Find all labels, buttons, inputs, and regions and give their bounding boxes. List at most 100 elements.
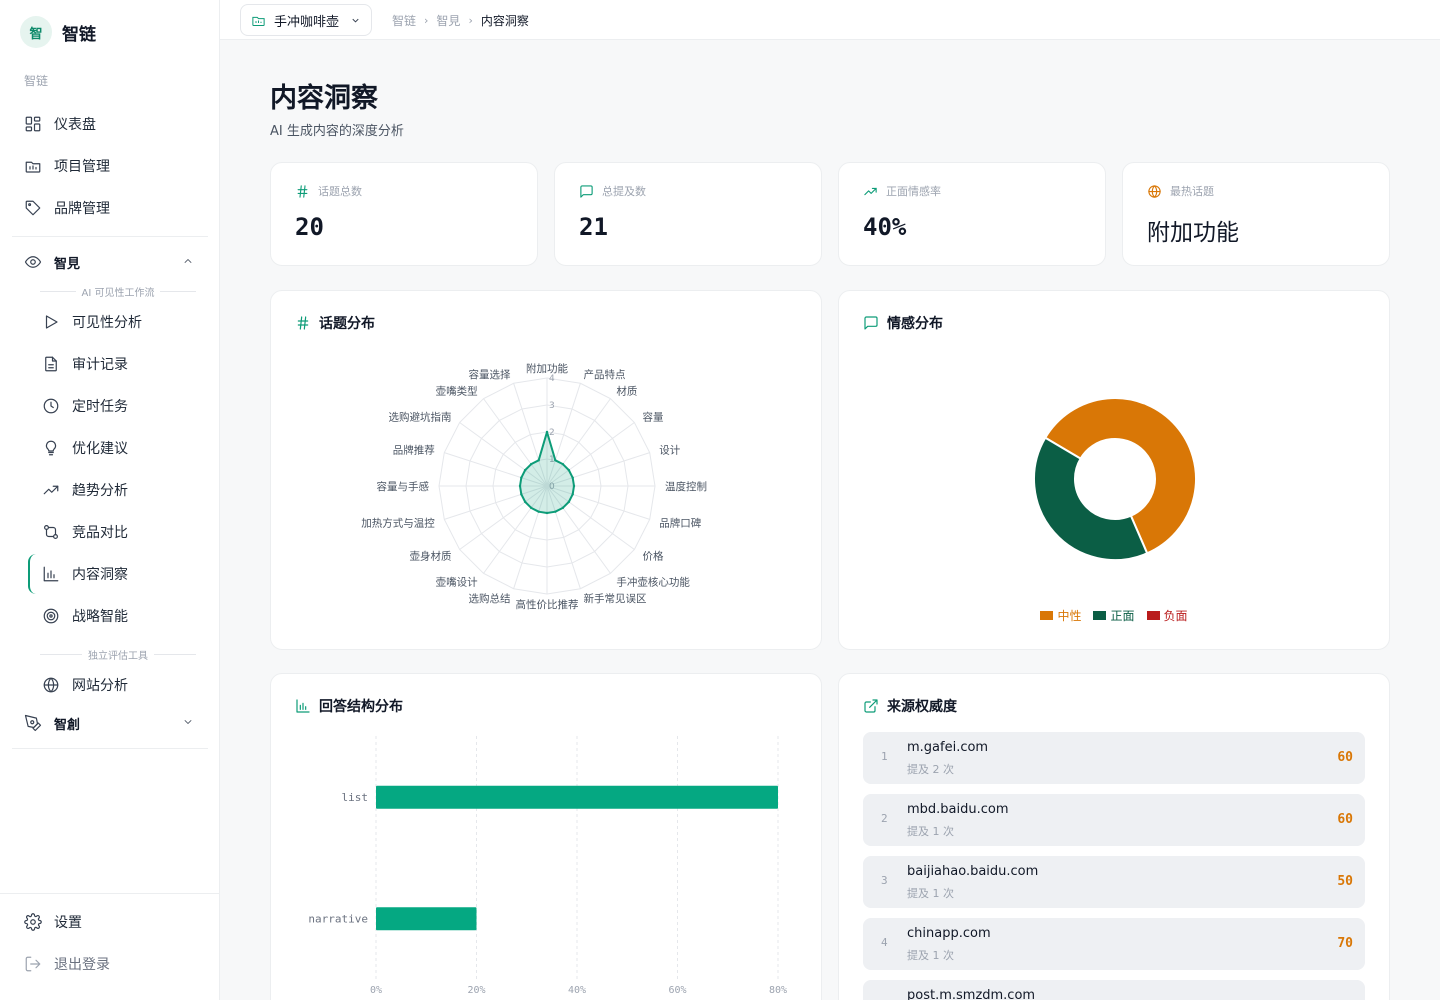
sidebar-item-suggestions[interactable]: 优化建议 xyxy=(42,434,128,462)
eye-icon xyxy=(24,256,42,268)
chevron-right-icon: › xyxy=(468,14,473,27)
legend-label: 中性 xyxy=(1057,609,1082,623)
source-mentions: 提及 2 次 xyxy=(907,763,954,776)
legend-swatch xyxy=(1040,611,1054,620)
bar-category-label: list xyxy=(342,791,369,804)
radar-point xyxy=(518,484,522,488)
source-rank: 1 xyxy=(881,750,888,763)
chevron-down-icon xyxy=(352,18,359,23)
project-selector[interactable]: 手冲咖啡壶 xyxy=(240,4,372,36)
logout-link[interactable]: 退出登录 xyxy=(24,950,110,978)
stat-card-positive-rate: 正面情感率 40% xyxy=(838,162,1106,266)
donut-slice-1 xyxy=(1033,436,1149,561)
source-item[interactable]: 4 chinapp.com 提及 1 次 70 xyxy=(863,918,1365,970)
legend-item[interactable]: 负面 xyxy=(1146,607,1188,624)
radar-tick-label: 4 xyxy=(549,374,555,384)
sidebar-group-label: 智創 xyxy=(54,717,81,733)
stat-value: 20 xyxy=(295,213,324,241)
sidebar-item-projects[interactable]: 项目管理 xyxy=(24,152,110,180)
legend-label: 正面 xyxy=(1110,609,1135,623)
radar-category-label: 价格 xyxy=(642,549,664,562)
radar-point xyxy=(567,468,571,472)
radar-category-label: 壶身材质 xyxy=(410,549,452,562)
radar-point xyxy=(545,511,549,515)
source-rank: 3 xyxy=(881,874,888,887)
source-mentions: 提及 1 次 xyxy=(907,949,954,962)
sidebar-section-label: 智链 xyxy=(24,74,49,88)
source-item[interactable]: 5post.m.smzdm.com xyxy=(863,980,1365,1000)
legend-swatch xyxy=(1093,611,1107,620)
sidebar-group-zhijian[interactable]: 智見 xyxy=(24,250,200,274)
source-authority-card: 来源权威度 1 m.gafei.com 提及 2 次 60 2 mbd.baidu.com… xyxy=(838,673,1390,1000)
project-selector-value: 手冲咖啡壶 xyxy=(274,14,340,30)
sidebar-group-zhichuang[interactable]: 智創 xyxy=(24,711,200,735)
radar-point xyxy=(561,462,565,466)
stat-label: 最热话题 xyxy=(1147,183,1214,199)
chevron-up-icon xyxy=(184,259,192,263)
source-item[interactable]: 1 m.gafei.com 提及 2 次 60 xyxy=(863,732,1365,784)
brand-logo[interactable]: 智 智链 xyxy=(20,16,96,48)
sidebar-item-audit[interactable]: 审计记录 xyxy=(42,350,128,378)
sidebar-item-label: 可见性分析 xyxy=(72,315,142,331)
card-title: 来源权威度 xyxy=(863,696,957,716)
bar-x-tick-label: 20% xyxy=(467,985,485,996)
sidebar-item-visibility[interactable]: 可见性分析 xyxy=(42,308,142,336)
bar-chart-icon xyxy=(43,566,59,582)
stat-label: 总提及数 xyxy=(579,183,646,199)
sentiment-distribution-card: 情感分布 中性 正面 负面 xyxy=(838,290,1390,650)
sidebar-item-schedule[interactable]: 定时任务 xyxy=(42,392,128,420)
breadcrumb-current: 内容洞察 xyxy=(480,14,529,28)
breadcrumb-item[interactable]: 智链 xyxy=(392,12,416,29)
radar-series-area xyxy=(519,431,575,514)
legend-item[interactable]: 正面 xyxy=(1093,607,1135,624)
source-score: 50 xyxy=(1337,874,1353,889)
trending-up-icon xyxy=(864,187,877,195)
settings-link[interactable]: 设置 xyxy=(24,908,82,936)
tools-subhead: 独立评估工具 xyxy=(40,647,196,662)
sidebar-item-label: 仪表盘 xyxy=(54,117,96,133)
radar-category-label: 产品特点 xyxy=(583,368,625,381)
sidebar-item-dashboard[interactable]: 仪表盘 xyxy=(24,110,96,138)
sidebar-item-brands[interactable]: 品牌管理 xyxy=(24,194,110,222)
sidebar-divider xyxy=(12,236,208,237)
bar-x-tick-label: 60% xyxy=(668,985,686,996)
pen-tool-icon xyxy=(24,714,42,732)
radar-point xyxy=(529,462,533,466)
topbar: 手冲咖啡壶 智链 › 智見 › 内容洞察 xyxy=(220,0,1440,40)
sidebar-item-content-insight[interactable]: 内容洞察 xyxy=(42,560,128,588)
radar-point xyxy=(520,493,523,496)
stat-card-topics: 话题总数 20 xyxy=(270,162,538,266)
globe-icon xyxy=(1148,184,1161,198)
source-rank: 2 xyxy=(881,812,888,825)
source-item[interactable]: 3 baijiahao.baidu.com 提及 1 次 50 xyxy=(863,856,1365,908)
sidebar-divider xyxy=(12,748,208,749)
radar-chart: 01234附加功能 产品特点材质容量设计温度控制品牌口碑价格手冲壶核心功能新手常见… xyxy=(361,362,707,611)
sidebar-item-trends[interactable]: 趋势分析 xyxy=(42,476,128,504)
source-mentions: 提及 1 次 xyxy=(907,825,954,838)
radar-point xyxy=(529,506,533,510)
radar-category-label: 选购总结 xyxy=(469,592,511,605)
radar-point xyxy=(572,484,576,488)
bar-narrative xyxy=(376,907,477,931)
sidebar-item-website-analysis[interactable]: 网站分析 xyxy=(42,671,128,699)
radar-category-label: 品牌推荐 xyxy=(393,444,435,457)
radar-point xyxy=(571,493,574,496)
gear-icon xyxy=(24,913,42,931)
bar-category-label: narrative xyxy=(308,912,368,925)
target-icon xyxy=(43,608,59,624)
sidebar-item-competitors[interactable]: 竞品对比 xyxy=(42,518,128,546)
legend-item[interactable]: 中性 xyxy=(1040,607,1081,624)
breadcrumb-item[interactable]: 智見 xyxy=(436,12,460,29)
project-icon xyxy=(252,16,265,26)
stat-card-mentions: 总提及数 21 xyxy=(554,162,822,266)
bar-x-tick-label: 40% xyxy=(568,985,586,996)
radar-category-label: 壶嘴设计 xyxy=(436,575,478,588)
stat-card-hottest-topic: 最热话题 附加功能 xyxy=(1122,162,1390,266)
bar-x-tick-label: 80% xyxy=(769,985,787,996)
source-rank: 4 xyxy=(881,936,888,949)
globe-icon xyxy=(43,677,59,693)
source-item[interactable]: 2 mbd.baidu.com 提及 1 次 60 xyxy=(863,794,1365,846)
sidebar-item-strategy[interactable]: 战略智能 xyxy=(42,602,128,630)
source-domain: post.m.smzdm.com xyxy=(907,988,1036,1000)
git-compare-icon xyxy=(44,525,58,539)
